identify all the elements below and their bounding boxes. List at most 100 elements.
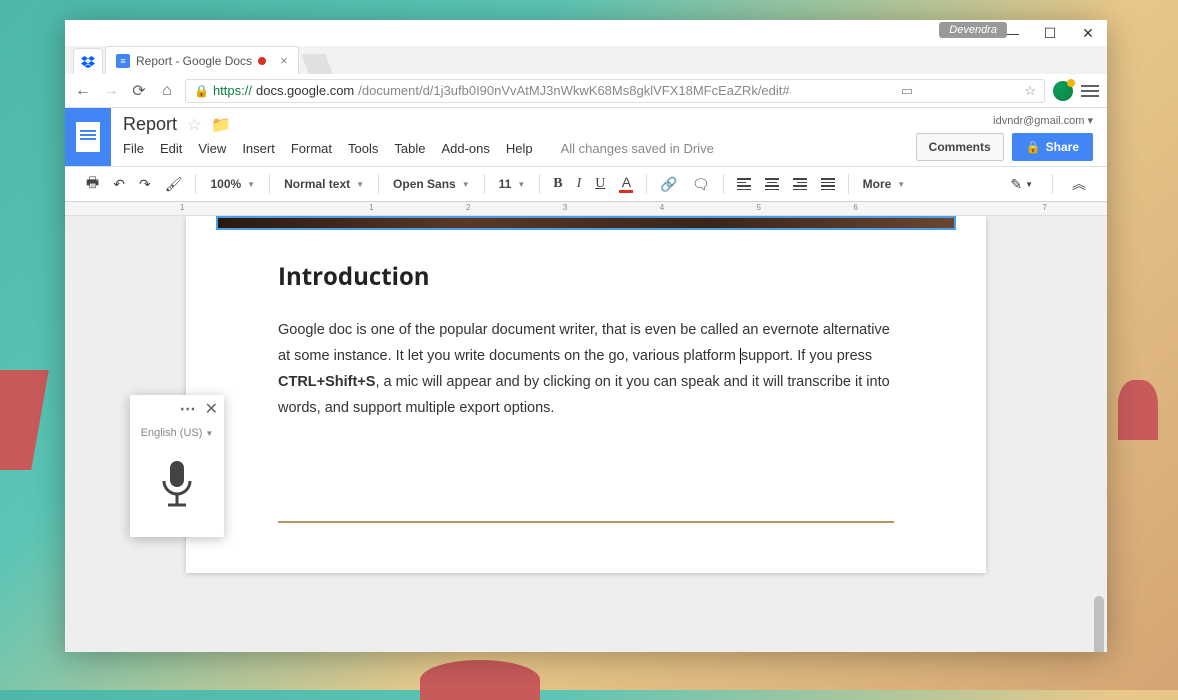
window-maximize-button[interactable]: ☐ bbox=[1035, 21, 1065, 45]
url-protocol: https:// bbox=[213, 83, 252, 98]
window-close-button[interactable]: ✕ bbox=[1073, 21, 1103, 45]
reload-button[interactable]: ⟳ bbox=[129, 81, 149, 101]
document-title[interactable]: Report bbox=[123, 114, 177, 135]
align-justify-button[interactable] bbox=[816, 174, 840, 194]
document-paragraph[interactable]: Google doc is one of the popular documen… bbox=[278, 317, 894, 421]
separator bbox=[1052, 174, 1053, 194]
bookmark-star-button[interactable]: ☆ bbox=[1024, 83, 1036, 99]
separator bbox=[539, 174, 540, 194]
chevron-down-icon: ▼ bbox=[462, 180, 470, 189]
move-to-folder-button[interactable]: 📁 bbox=[211, 115, 231, 135]
print-button[interactable]: 🖶 bbox=[81, 168, 104, 200]
separator bbox=[195, 174, 196, 194]
browser-tab[interactable]: ≡ Report - Google Docs × bbox=[105, 46, 299, 74]
chevron-down-icon: ▼ bbox=[897, 180, 905, 189]
tab-close-button[interactable]: × bbox=[280, 53, 288, 68]
menu-edit[interactable]: Edit bbox=[160, 141, 182, 156]
microphone-icon bbox=[155, 459, 199, 513]
user-email[interactable]: idvndr@gmail.com ▾ bbox=[993, 114, 1093, 127]
separator bbox=[723, 174, 724, 194]
editing-mode-button[interactable]: ✎▼ bbox=[1005, 172, 1038, 197]
ruler[interactable]: 1 1 2 3 4 5 6 7 bbox=[65, 202, 1107, 216]
document-image[interactable] bbox=[216, 216, 956, 230]
save-status: All changes saved in Drive bbox=[561, 141, 714, 156]
voice-close-button[interactable]: ✕ bbox=[205, 399, 218, 419]
italic-button[interactable]: I bbox=[572, 172, 587, 196]
separator bbox=[269, 174, 270, 194]
menu-file[interactable]: File bbox=[123, 141, 144, 156]
browser-tab-bar: ≡ Report - Google Docs × bbox=[65, 46, 1107, 74]
chevron-down-icon: ▼ bbox=[356, 180, 364, 189]
comments-button[interactable]: Comments bbox=[916, 133, 1004, 161]
separator bbox=[484, 174, 485, 194]
text-cursor: s bbox=[740, 348, 748, 364]
voice-mic-button[interactable] bbox=[130, 449, 224, 537]
docs-logo-icon bbox=[76, 122, 100, 152]
horizontal-rule bbox=[278, 521, 894, 523]
chrome-menu-button[interactable] bbox=[1081, 85, 1099, 97]
styles-dropdown[interactable]: Normal text▼ bbox=[278, 173, 370, 195]
share-button[interactable]: 🔒 Share bbox=[1012, 133, 1093, 161]
menu-view[interactable]: View bbox=[198, 141, 226, 156]
document-canvas[interactable]: Introduction Google doc is one of the po… bbox=[65, 216, 1107, 652]
bold-button[interactable]: B bbox=[548, 172, 567, 196]
docs-logo-button[interactable] bbox=[65, 108, 111, 166]
star-button[interactable]: ☆ bbox=[187, 115, 201, 135]
text-color-button[interactable]: A bbox=[614, 171, 638, 197]
tab-title: Report - Google Docs bbox=[136, 54, 252, 68]
window-titlebar: Devendra — ☐ ✕ bbox=[65, 20, 1107, 46]
forward-button[interactable]: → bbox=[101, 82, 121, 100]
zoom-dropdown[interactable]: 100%▼ bbox=[204, 173, 261, 195]
toolbar: 🖶 ↶ ↷ 🖌 100%▼ Normal text▼ Open Sans▼ 11… bbox=[65, 166, 1107, 202]
menubar: File Edit View Insert Format Tools Table… bbox=[123, 141, 904, 156]
document-heading[interactable]: Introduction bbox=[278, 260, 894, 293]
menu-help[interactable]: Help bbox=[506, 141, 533, 156]
lock-icon: 🔒 bbox=[194, 84, 209, 98]
font-size-dropdown[interactable]: 11▼ bbox=[493, 173, 532, 195]
paint-format-button[interactable]: 🖌 bbox=[160, 172, 188, 197]
document-page[interactable]: Introduction Google doc is one of the po… bbox=[186, 216, 986, 573]
voice-language-dropdown[interactable]: English (US) ▼ bbox=[130, 423, 224, 449]
separator bbox=[378, 174, 379, 194]
page-content[interactable]: Introduction Google doc is one of the po… bbox=[186, 230, 986, 441]
chevron-down-icon: ▼ bbox=[1025, 180, 1033, 189]
redo-button[interactable]: ↷ bbox=[134, 172, 156, 197]
font-dropdown[interactable]: Open Sans▼ bbox=[387, 173, 476, 195]
insert-comment-button[interactable]: 🗨 bbox=[687, 172, 715, 197]
align-right-button[interactable] bbox=[788, 174, 812, 194]
extension-badge bbox=[1067, 79, 1075, 87]
browser-nav-bar: ← → ⟳ ⌂ 🔒 https://docs.google.com/docume… bbox=[65, 74, 1107, 108]
menu-format[interactable]: Format bbox=[291, 141, 332, 156]
chevron-down-icon: ▼ bbox=[247, 180, 255, 189]
align-center-button[interactable] bbox=[760, 174, 784, 194]
collapse-toolbar-button[interactable]: ︽ bbox=[1067, 170, 1091, 198]
lock-icon: 🔒 bbox=[1026, 140, 1041, 154]
chevron-down-icon: ▼ bbox=[205, 429, 213, 438]
menu-insert[interactable]: Insert bbox=[242, 141, 275, 156]
chrome-window: Devendra — ☐ ✕ ≡ Report - Google Docs × … bbox=[65, 20, 1107, 652]
user-profile-badge[interactable]: Devendra bbox=[939, 22, 1007, 38]
menu-addons[interactable]: Add-ons bbox=[441, 141, 489, 156]
more-button[interactable]: More▼ bbox=[857, 173, 912, 195]
extension-icon[interactable] bbox=[1053, 81, 1073, 101]
camera-icon[interactable]: ▭ bbox=[901, 83, 913, 99]
new-tab-button[interactable] bbox=[301, 54, 332, 74]
back-button[interactable]: ← bbox=[73, 82, 93, 100]
voice-typing-widget[interactable]: ⋯ ✕ English (US) ▼ bbox=[130, 395, 224, 537]
docs-header-right: idvndr@gmail.com ▾ Comments 🔒 Share bbox=[916, 108, 1107, 166]
address-bar[interactable]: 🔒 https://docs.google.com/document/d/1j3… bbox=[185, 79, 1045, 103]
share-label: Share bbox=[1046, 140, 1079, 154]
menu-table[interactable]: Table bbox=[394, 141, 425, 156]
voice-options-button[interactable]: ⋯ bbox=[180, 399, 197, 419]
dropbox-tab[interactable] bbox=[73, 48, 103, 74]
scrollbar-thumb[interactable] bbox=[1094, 596, 1104, 652]
url-path: /document/d/1j3ufb0I90nVvAtMJ3nWkwK68Ms8… bbox=[358, 83, 789, 98]
underline-button[interactable]: U bbox=[590, 172, 610, 196]
separator bbox=[646, 174, 647, 194]
align-left-button[interactable] bbox=[732, 174, 756, 194]
insert-link-button[interactable]: 🔗 bbox=[655, 172, 682, 197]
wallpaper-decoration bbox=[420, 660, 540, 700]
home-button[interactable]: ⌂ bbox=[157, 82, 177, 100]
undo-button[interactable]: ↶ bbox=[108, 172, 130, 197]
menu-tools[interactable]: Tools bbox=[348, 141, 378, 156]
